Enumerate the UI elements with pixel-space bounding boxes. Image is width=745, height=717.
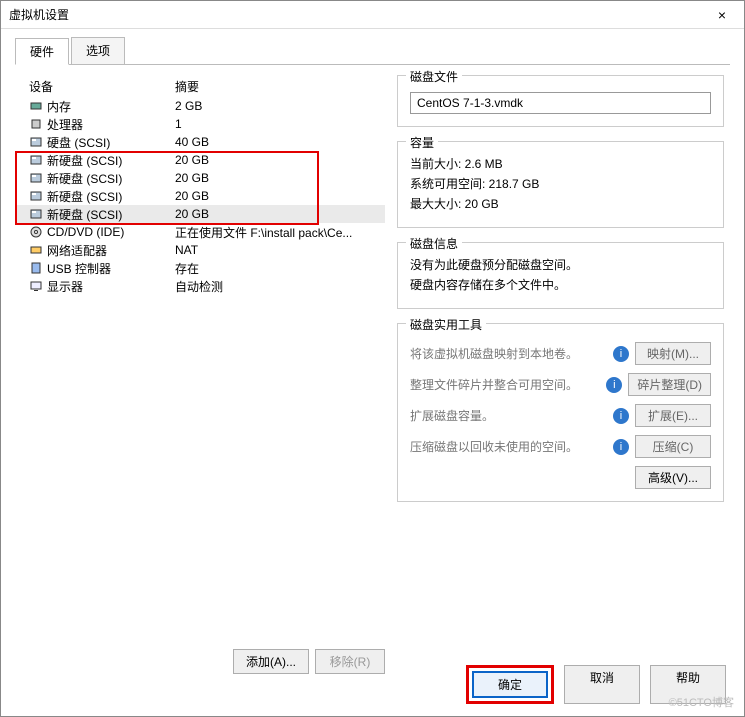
tool-map-button[interactable]: 映射(M)... (635, 342, 711, 365)
device-summary: 20 GB (175, 153, 385, 167)
highlight-annotation-ok: 确定 (466, 665, 554, 704)
tool-defrag-text: 整理文件碎片并整合可用空间。 (410, 376, 600, 393)
info-icon[interactable]: i (613, 346, 629, 362)
device-name: 新硬盘 (SCSI) (47, 206, 122, 223)
capacity-max: 最大大小: 20 GB (410, 195, 711, 212)
usb-icon (29, 261, 43, 275)
close-icon[interactable]: × (708, 1, 736, 29)
tool-compact-button[interactable]: 压缩(C) (635, 435, 711, 458)
device-summary: 2 GB (175, 99, 385, 113)
device-name: 内存 (47, 98, 71, 115)
help-button[interactable]: 帮助 (650, 665, 726, 704)
device-summary: 自动检测 (175, 278, 385, 295)
disk-tools-group: 磁盘实用工具 将该虚拟机磁盘映射到本地卷。 i 映射(M)... 整理文件碎片并… (397, 323, 724, 502)
cd-icon (29, 225, 43, 239)
device-name: 新硬盘 (SCSI) (47, 152, 122, 169)
disk-icon (29, 189, 43, 203)
col-device-header: 设备 (15, 78, 175, 95)
device-name: 新硬盘 (SCSI) (47, 170, 122, 187)
device-row[interactable]: USB 控制器 存在 (15, 259, 385, 277)
disk-info-group: 磁盘信息 没有为此硬盘预分配磁盘空间。 硬盘内容存储在多个文件中。 (397, 242, 724, 309)
device-row[interactable]: 网络适配器 NAT (15, 241, 385, 259)
disk-icon (29, 135, 43, 149)
tool-defrag-button[interactable]: 碎片整理(D) (628, 373, 711, 396)
tool-expand-text: 扩展磁盘容量。 (410, 407, 607, 424)
device-row[interactable]: 新硬盘 (SCSI) 20 GB (15, 205, 385, 223)
device-name: CD/DVD (IDE) (47, 225, 124, 239)
disk-tools-title: 磁盘实用工具 (406, 316, 486, 333)
device-row[interactable]: CD/DVD (IDE) 正在使用文件 F:\install pack\Ce... (15, 223, 385, 241)
advanced-button[interactable]: 高级(V)... (635, 466, 711, 489)
info-icon[interactable]: i (613, 439, 629, 455)
device-name: 处理器 (47, 116, 83, 133)
mem-icon (29, 99, 43, 113)
device-summary: 20 GB (175, 189, 385, 203)
device-name: 显示器 (47, 278, 83, 295)
device-row[interactable]: 新硬盘 (SCSI) 20 GB (15, 169, 385, 187)
cpu-icon (29, 117, 43, 131)
info-icon[interactable]: i (613, 408, 629, 424)
disk-info-line1: 没有为此硬盘预分配磁盘空间。 (410, 256, 711, 273)
device-row[interactable]: 内存 2 GB (15, 97, 385, 115)
tab-hardware[interactable]: 硬件 (15, 38, 69, 65)
disk-info-line2: 硬盘内容存储在多个文件中。 (410, 276, 711, 293)
device-name: 硬盘 (SCSI) (47, 134, 110, 151)
capacity-free: 系统可用空间: 218.7 GB (410, 175, 711, 192)
disk-icon (29, 207, 43, 221)
tool-compact-text: 压缩磁盘以回收未使用的空间。 (410, 438, 607, 455)
disk-file-value[interactable]: CentOS 7-1-3.vmdk (410, 92, 711, 114)
tool-expand-button[interactable]: 扩展(E)... (635, 404, 711, 427)
capacity-group: 容量 当前大小: 2.6 MB 系统可用空间: 218.7 GB 最大大小: 2… (397, 141, 724, 228)
device-name: 新硬盘 (SCSI) (47, 188, 122, 205)
device-summary: 1 (175, 117, 385, 131)
disk-icon (29, 153, 43, 167)
disk-info-title: 磁盘信息 (406, 235, 462, 252)
device-summary: 20 GB (175, 207, 385, 221)
remove-button[interactable]: 移除(R) (315, 649, 385, 674)
device-row[interactable]: 新硬盘 (SCSI) 20 GB (15, 187, 385, 205)
device-row[interactable]: 新硬盘 (SCSI) 20 GB (15, 151, 385, 169)
tab-strip: 硬件 选项 (15, 37, 730, 65)
device-row[interactable]: 显示器 自动检测 (15, 277, 385, 295)
ok-button[interactable]: 确定 (472, 671, 548, 698)
capacity-title: 容量 (406, 134, 438, 151)
device-list[interactable]: 设备 摘要 内存 2 GB 处理器 1 硬盘 (SCSI) 40 GB 新硬盘 (SCSI)… (15, 75, 385, 643)
device-summary: 40 GB (175, 135, 385, 149)
cancel-button[interactable]: 取消 (564, 665, 640, 704)
disk-file-group: 磁盘文件 CentOS 7-1-3.vmdk (397, 75, 724, 127)
device-summary: 正在使用文件 F:\install pack\Ce... (175, 224, 385, 241)
device-summary: 20 GB (175, 171, 385, 185)
capacity-current: 当前大小: 2.6 MB (410, 155, 711, 172)
tab-options[interactable]: 选项 (71, 37, 125, 64)
device-summary: NAT (175, 243, 385, 257)
info-icon[interactable]: i (606, 377, 622, 393)
disk-icon (29, 171, 43, 185)
device-name: 网络适配器 (47, 242, 107, 259)
device-summary: 存在 (175, 260, 385, 277)
net-icon (29, 243, 43, 257)
col-summary-header: 摘要 (175, 78, 385, 95)
device-row[interactable]: 硬盘 (SCSI) 40 GB (15, 133, 385, 151)
device-header: 设备 摘要 (15, 75, 385, 97)
add-button[interactable]: 添加(A)... (233, 649, 309, 674)
disk-file-title: 磁盘文件 (406, 68, 462, 85)
device-row[interactable]: 处理器 1 (15, 115, 385, 133)
tool-map-text: 将该虚拟机磁盘映射到本地卷。 (410, 345, 607, 362)
device-name: USB 控制器 (47, 260, 111, 277)
window-title: 虚拟机设置 (9, 1, 69, 29)
display-icon (29, 279, 43, 293)
